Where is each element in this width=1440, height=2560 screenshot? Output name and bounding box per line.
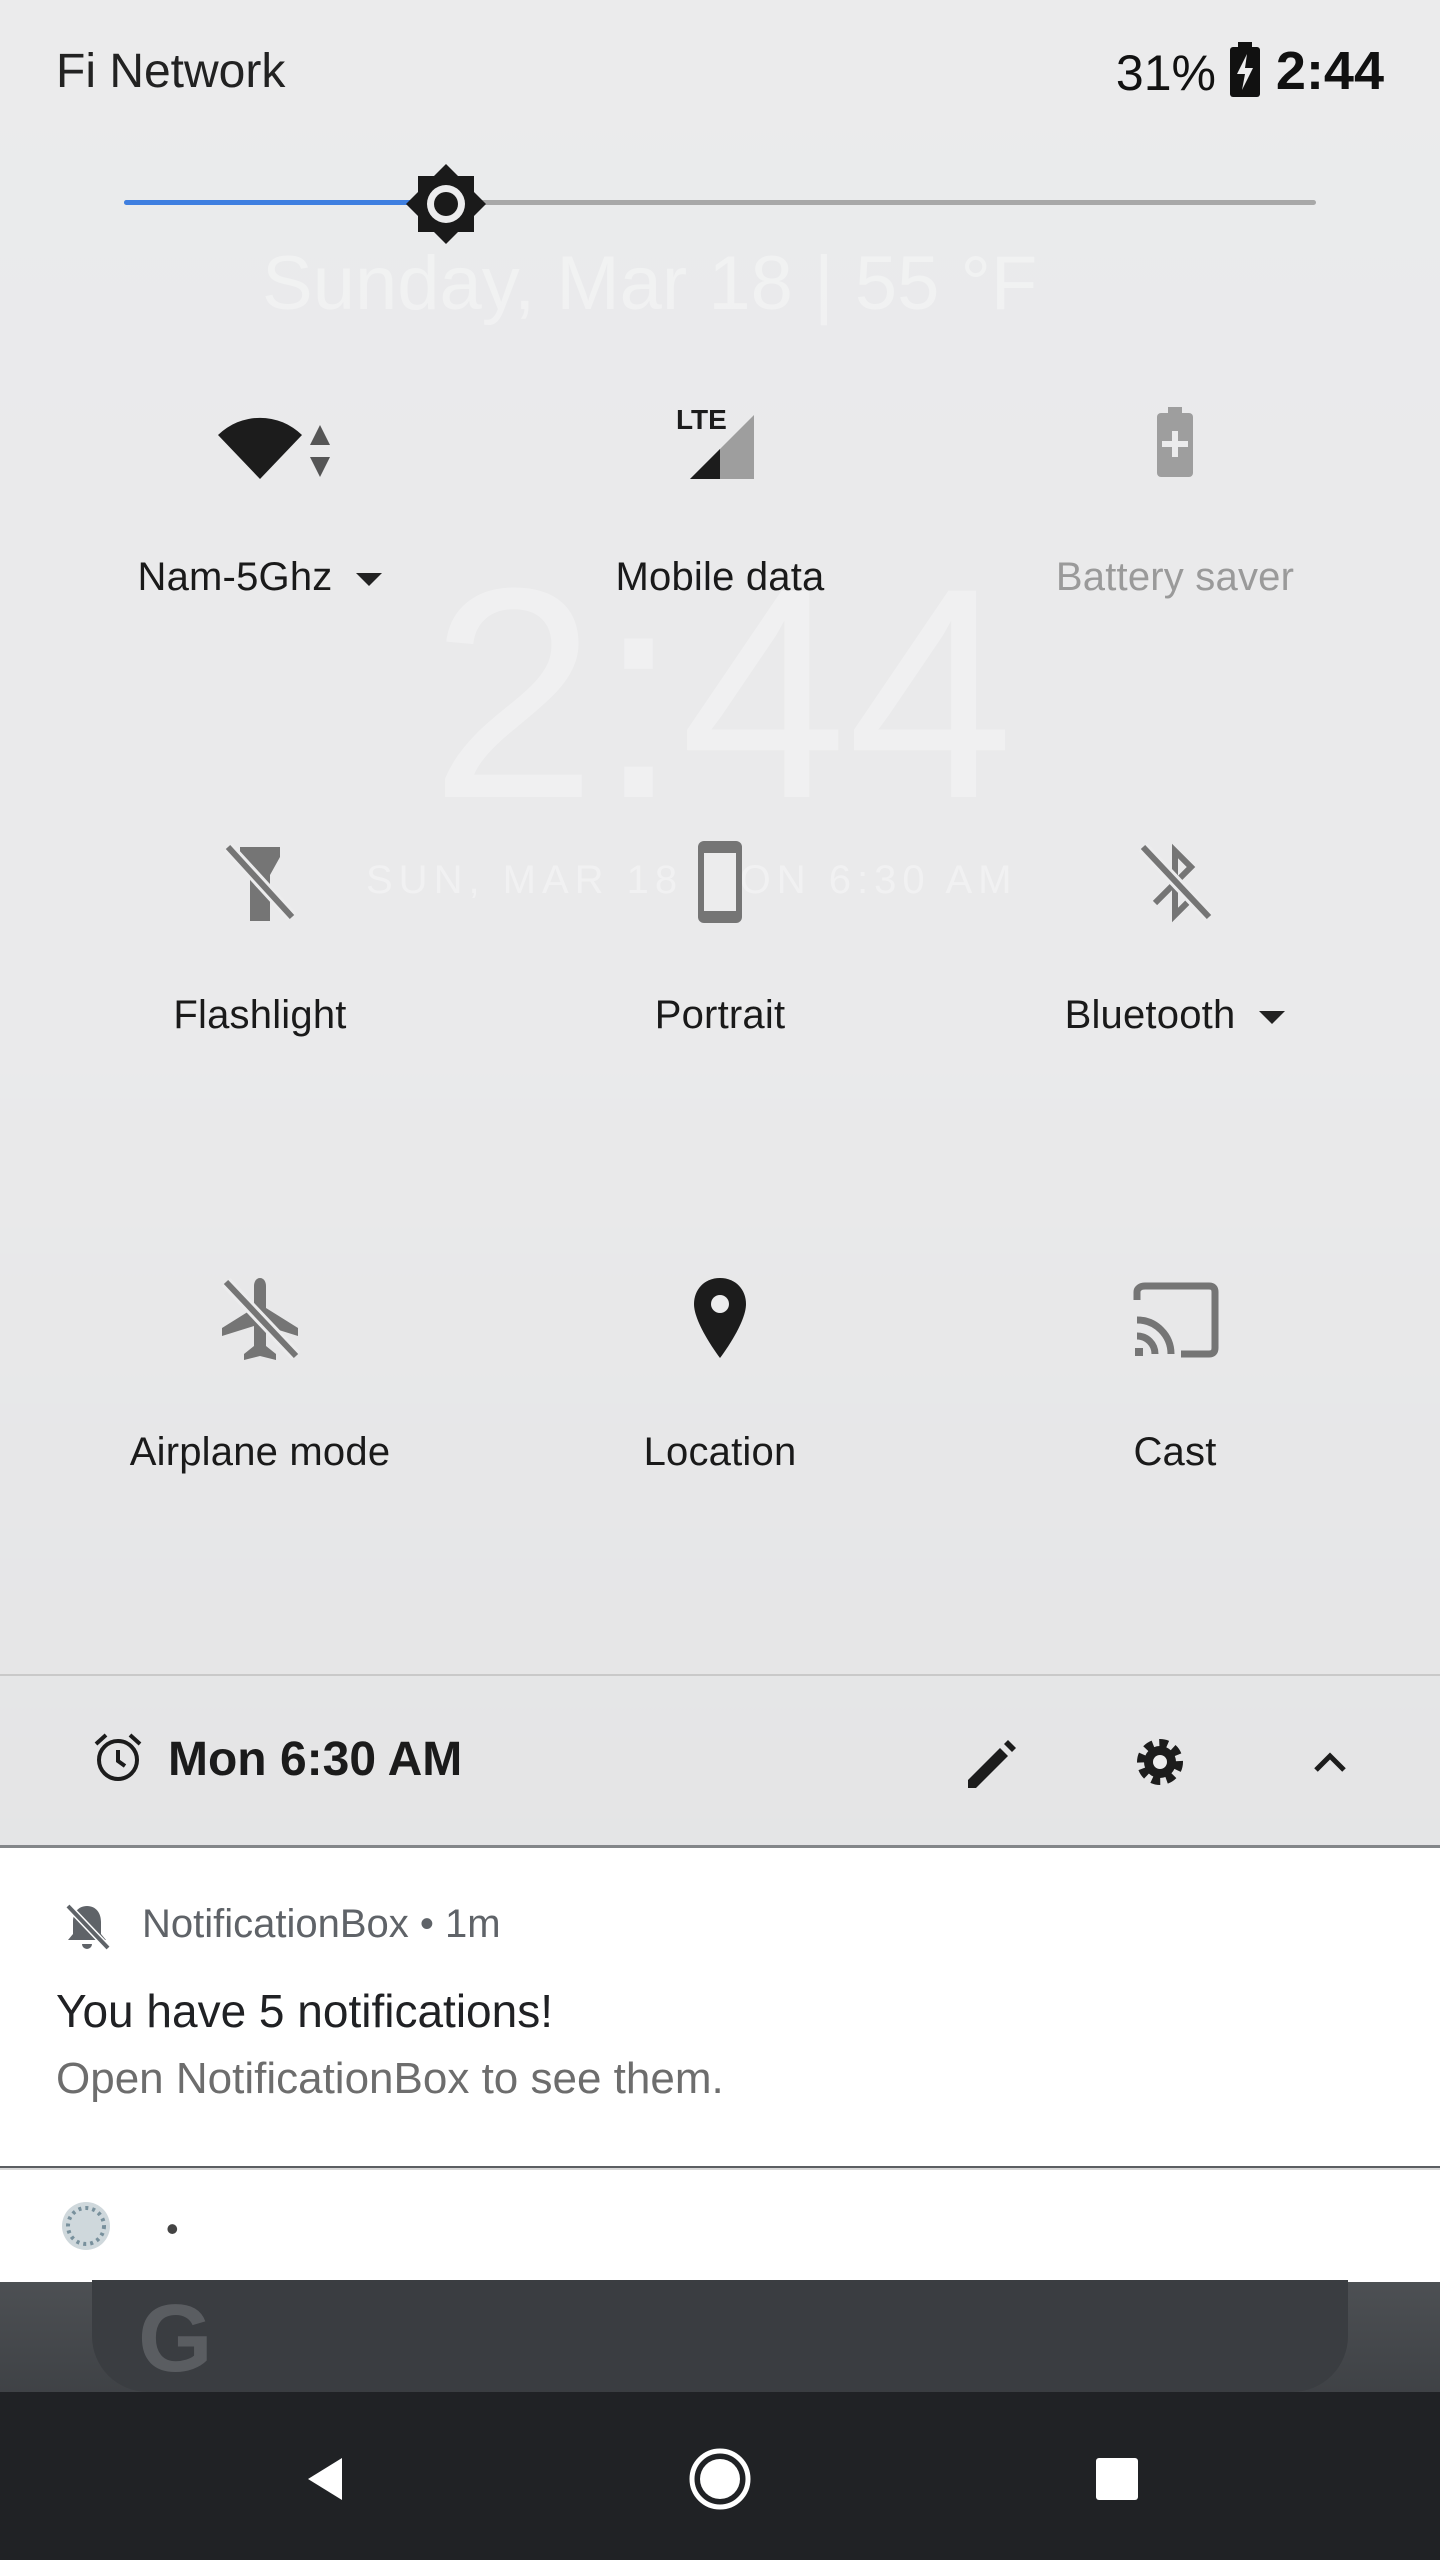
battery-percent: 31%: [1115, 45, 1216, 101]
svg-text:LTE: LTE: [676, 404, 727, 435]
wifi-icon: [218, 417, 302, 479]
notification-card-collapsed[interactable]: •: [0, 2168, 1440, 2282]
brightness-icon[interactable]: [404, 162, 488, 246]
tile-bluetooth[interactable]: Bluetooth: [955, 833, 1395, 1113]
tile-label: Portrait: [654, 993, 786, 1037]
google-icon: G: [138, 2285, 213, 2392]
recents-icon[interactable]: [1082, 2444, 1152, 2514]
notification-app: NotificationBox • 1m: [142, 1902, 501, 1946]
lte-signal-icon: LTE: [676, 404, 754, 479]
gear-icon[interactable]: [1120, 1722, 1200, 1802]
brightness-slider[interactable]: [124, 164, 1316, 244]
notification-card[interactable]: NotificationBox • 1m You have 5 notifica…: [0, 1848, 1440, 2166]
tile-portrait[interactable]: Portrait: [500, 833, 940, 1113]
tile-wifi[interactable]: Nam-5Ghz: [40, 395, 480, 675]
airplane-off-icon: [221, 1277, 301, 1361]
cast-icon: [1133, 1282, 1219, 1358]
chevron-up-icon[interactable]: [1290, 1722, 1370, 1802]
battery-saver-icon: [1157, 407, 1193, 477]
location-icon: [694, 1278, 746, 1358]
home-icon[interactable]: [685, 2444, 755, 2514]
chevron-down-icon[interactable]: [1259, 1010, 1286, 1024]
tile-location[interactable]: Location: [500, 1270, 940, 1550]
tile-label: Flashlight: [173, 993, 347, 1037]
alarm-icon: [94, 1733, 142, 1781]
portrait-icon: [698, 841, 742, 923]
bg-date-weather: Sunday, Mar 18 | 55 °F: [262, 241, 1038, 326]
tile-label: Battery saver: [1055, 555, 1295, 599]
navigation-bar: [0, 2392, 1440, 2560]
tile-mobile-data[interactable]: LTE Mobile data: [500, 395, 940, 675]
flashlight-off-icon: [223, 842, 297, 922]
notifications-off-icon: [65, 1903, 111, 1951]
tile-battery-saver[interactable]: Battery saver: [955, 395, 1395, 675]
tile-label: Airplane mode: [129, 1430, 391, 1474]
status-clock: 2:44: [1275, 41, 1384, 101]
shade-footer: Mon 6:30 AM: [0, 1690, 1440, 1840]
shade-divider: [0, 1674, 1440, 1676]
google-search-bar[interactable]: G: [92, 2280, 1348, 2392]
notification-body: Open NotificationBox to see them.: [56, 2054, 724, 2103]
edit-icon[interactable]: [950, 1722, 1030, 1802]
tile-label: Nam-5Ghz: [40, 555, 480, 600]
notification-title: You have 5 notifications!: [56, 1985, 553, 2037]
sync-icon: [62, 2202, 110, 2250]
notification-text: •: [166, 2208, 179, 2249]
next-alarm[interactable]: Mon 6:30 AM: [168, 1732, 462, 1787]
tile-label: Cast: [1133, 1430, 1217, 1474]
chevron-down-icon[interactable]: [356, 572, 383, 586]
status-bar: Fi Network 31% 2:44: [0, 0, 1440, 140]
carrier-name: Fi Network: [56, 45, 286, 98]
battery-charging-icon: [1230, 42, 1260, 97]
back-icon[interactable]: [290, 2444, 360, 2514]
bluetooth-off-icon: [1138, 842, 1214, 923]
data-activity-icon: [310, 425, 330, 477]
tile-flashlight[interactable]: Flashlight: [40, 833, 480, 1113]
tile-label: Bluetooth: [955, 993, 1395, 1038]
tile-label: Location: [643, 1430, 797, 1474]
tile-airplane-mode[interactable]: Airplane mode: [40, 1270, 480, 1550]
tile-label: Mobile data: [615, 555, 825, 599]
tile-cast[interactable]: Cast: [955, 1270, 1395, 1550]
brightness-fill: [124, 200, 446, 205]
